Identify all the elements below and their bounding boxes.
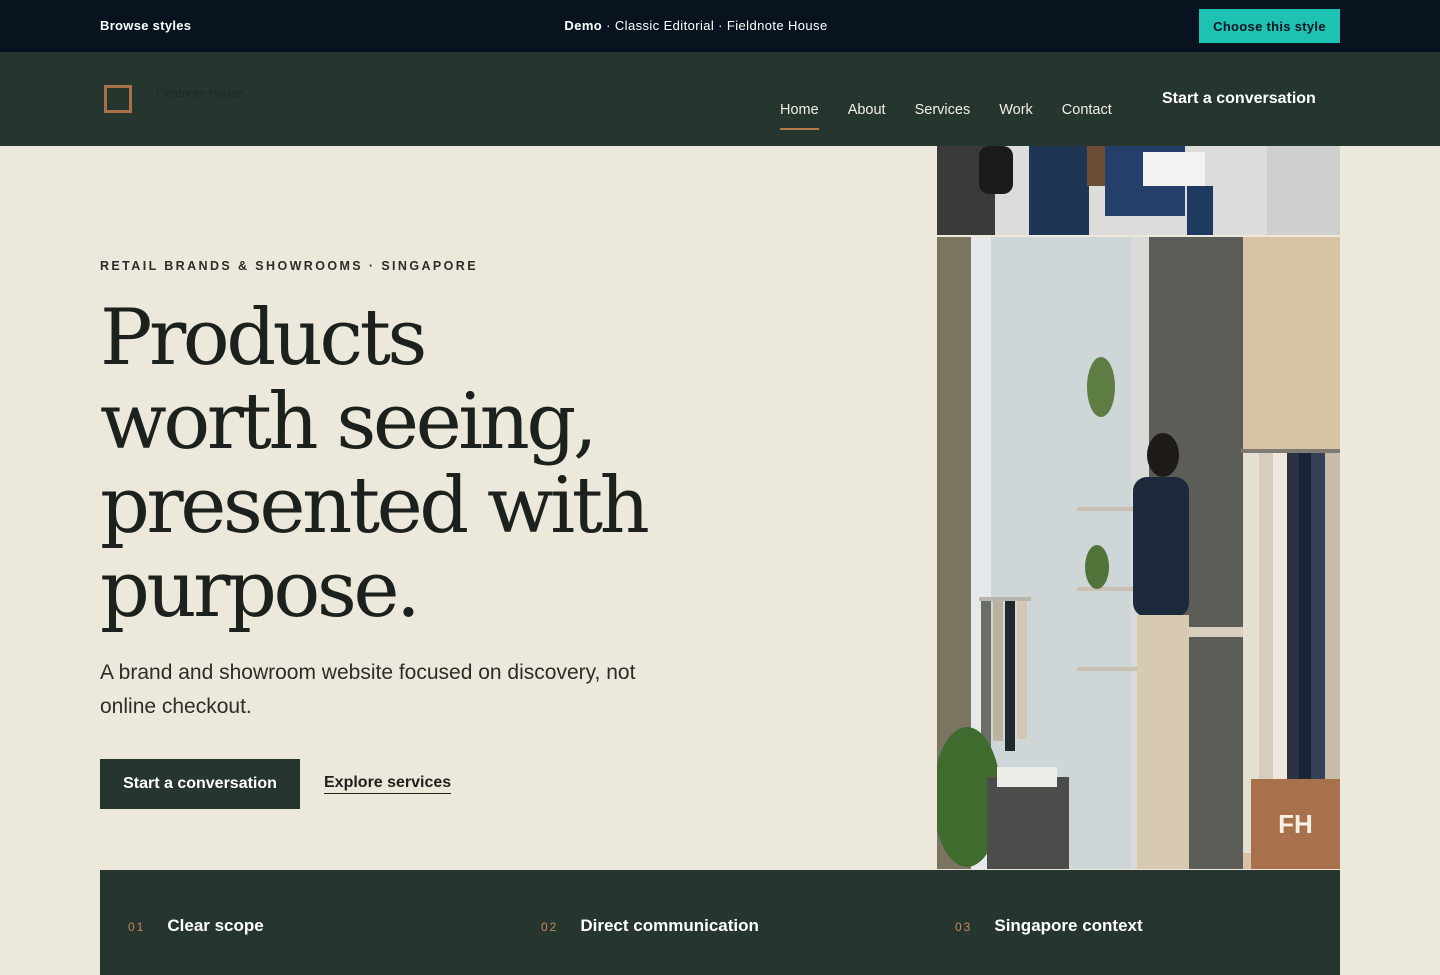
feature-item: 01 Clear scope xyxy=(128,916,264,936)
demo-bar: Browse styles Demo · Classic Editorial ·… xyxy=(0,0,1440,52)
feature-label: Singapore context xyxy=(994,916,1143,935)
nav-link-about[interactable]: About xyxy=(848,102,886,130)
demo-label: Demo xyxy=(564,18,603,33)
fh-badge: FH xyxy=(1251,779,1340,869)
start-conversation-button[interactable]: Start a conversation xyxy=(100,759,300,809)
brand-name[interactable]: Fieldnote House xyxy=(156,86,243,100)
feature-number: 03 xyxy=(955,920,973,934)
headline-line: Products xyxy=(100,293,427,383)
headline-line: worth seeing, xyxy=(100,377,598,467)
feature-item: 02 Direct communication xyxy=(541,916,759,936)
nav-link-contact[interactable]: Contact xyxy=(1062,102,1112,130)
explore-services-link[interactable]: Explore services xyxy=(324,774,452,794)
hero-headline: Products worth seeing, presented with pu… xyxy=(100,296,820,632)
nav-cta-button[interactable]: Start a conversation xyxy=(1162,90,1316,108)
headline-line: presented with xyxy=(100,461,650,551)
hero-photo-top xyxy=(937,146,1340,235)
feature-number: 02 xyxy=(541,920,559,934)
feature-label: Direct communication xyxy=(580,916,759,935)
hero-eyebrow: RETAIL BRANDS & SHOWROOMS · SINGAPORE xyxy=(100,259,478,273)
nav-link-home[interactable]: Home xyxy=(780,102,819,130)
photo-top-image xyxy=(937,146,1340,235)
demo-breadcrumb: Demo · Classic Editorial · Fieldnote Hou… xyxy=(0,18,1392,33)
hero-photo-main xyxy=(937,237,1340,869)
demo-style-name: · Classic Editorial · Fieldnote House xyxy=(602,18,828,33)
feature-number: 01 xyxy=(128,920,146,934)
nav-link-work[interactable]: Work xyxy=(999,102,1033,130)
feature-item: 03 Singapore context xyxy=(955,916,1143,936)
logo-mark-icon[interactable] xyxy=(104,85,132,113)
nav-link-services[interactable]: Services xyxy=(915,102,971,130)
headline-line: purpose. xyxy=(100,545,421,635)
feature-label: Clear scope xyxy=(167,916,264,935)
hero-subline: A brand and showroom website focused on … xyxy=(100,661,636,718)
showroom-photo-image xyxy=(937,237,1340,869)
site-header: Fieldnote House Home About Services Work… xyxy=(0,52,1440,146)
feature-band: 01 Clear scope 02 Direct communication 0… xyxy=(100,870,1340,975)
choose-style-button[interactable]: Choose this style xyxy=(1199,9,1340,43)
main-nav: Home About Services Work Contact xyxy=(780,102,1112,130)
